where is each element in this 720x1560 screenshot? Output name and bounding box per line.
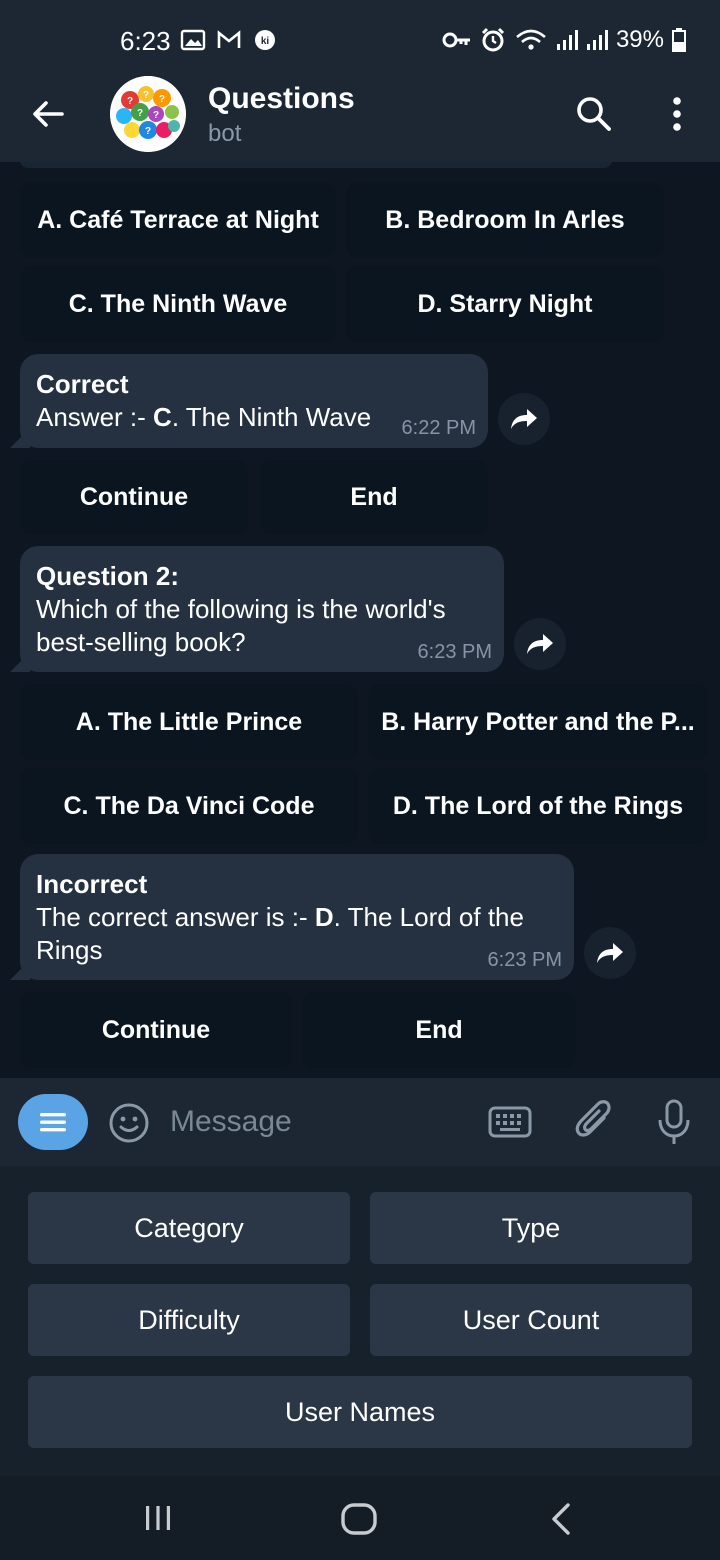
forward-arrow-icon (527, 634, 553, 654)
result-message-bubble: Incorrect The correct answer is :- D. Th… (10, 854, 574, 980)
q1-option-b-button[interactable]: B. Bedroom In Arles (346, 182, 664, 258)
q1-option-a-button[interactable]: A. Café Terrace at Night (20, 182, 336, 258)
keyboard-icon[interactable] (488, 1104, 532, 1140)
result-status: Incorrect (36, 869, 148, 899)
forward-button[interactable] (584, 927, 636, 979)
attach-icon[interactable] (574, 1100, 614, 1144)
menu-icon (40, 1113, 66, 1132)
svg-text:?: ? (137, 108, 143, 119)
message-time: 6:23 PM (417, 641, 492, 663)
result-answer-line-2: Rings (36, 935, 103, 965)
status-bar: 6:23 ki 39% (0, 0, 720, 66)
q2-option-d-button[interactable]: D. The Lord of the Rings (368, 768, 708, 844)
message-input[interactable] (170, 1100, 470, 1144)
bot-reply-keyboard: Category Type Difficulty User Count User… (0, 1166, 720, 1476)
status-system-icons: 39% (442, 26, 686, 54)
q2-option-c-button[interactable]: C. The Da Vinci Code (20, 768, 358, 844)
result-status: Correct (36, 369, 129, 399)
question-message-bubble: Question 2: Which of the following is th… (10, 546, 504, 672)
continue-button[interactable]: Continue (20, 992, 292, 1068)
battery-icon (672, 28, 686, 52)
end-button[interactable]: End (260, 460, 488, 534)
user-names-button[interactable]: User Names (28, 1376, 692, 1448)
bot-avatar[interactable]: ??? ??? (110, 76, 186, 152)
message-time: 6:23 PM (487, 949, 562, 971)
question-heading: Question 2: (36, 561, 180, 591)
question-marks-avatar-icon: ??? ??? (110, 76, 186, 152)
signal-icon-2 (586, 30, 608, 50)
message-input-bar (0, 1078, 720, 1166)
q2-option-b-button[interactable]: B. Harry Potter and the P... (368, 684, 708, 760)
category-button[interactable]: Category (28, 1192, 350, 1264)
chat-header: ??? ??? Questions bot (0, 66, 720, 162)
svg-text:?: ? (153, 110, 159, 121)
home-icon[interactable] (340, 1502, 378, 1536)
app-notification-icon: ki (255, 30, 275, 50)
chat-title[interactable]: Questions (208, 82, 355, 116)
result-answer: The correct answer is :- D. The Lord of … (36, 902, 524, 932)
difficulty-button[interactable]: Difficulty (28, 1284, 350, 1356)
forward-button[interactable] (498, 393, 550, 445)
search-icon[interactable] (574, 94, 614, 134)
svg-text:?: ? (143, 90, 149, 101)
question-text-line-1: Which of the following is the world's (36, 594, 446, 624)
signal-icon (556, 30, 578, 50)
forward-arrow-icon (597, 943, 623, 963)
end-button[interactable]: End (302, 992, 576, 1068)
svg-text:ki: ki (261, 36, 270, 47)
vpn-key-icon (442, 32, 470, 48)
q2-option-a-button[interactable]: A. The Little Prince (20, 684, 358, 760)
chat-messages[interactable]: A. Café Terrace at Night B. Bedroom In A… (0, 162, 720, 1078)
battery-percent: 39% (615, 26, 664, 53)
q1-option-d-button[interactable]: D. Starry Night (346, 266, 664, 342)
wifi-icon (516, 29, 546, 50)
back-nav-icon[interactable] (548, 1502, 574, 1536)
q1-option-c-button[interactable]: C. The Ninth Wave (20, 266, 336, 342)
more-options-icon[interactable] (662, 94, 692, 134)
back-arrow-icon[interactable] (28, 94, 68, 134)
previous-message-bubble (20, 162, 612, 168)
svg-text:?: ? (159, 94, 165, 105)
svg-text:?: ? (145, 126, 151, 137)
forward-button[interactable] (514, 618, 566, 670)
gmail-icon (217, 30, 241, 48)
svg-text:?: ? (127, 96, 133, 107)
recent-apps-icon[interactable] (142, 1502, 174, 1534)
system-navigation-bar (0, 1476, 720, 1560)
chat-subtitle: bot (208, 120, 242, 147)
continue-button[interactable]: Continue (20, 460, 248, 534)
microphone-icon[interactable] (656, 1098, 692, 1146)
status-notification-icons: ki (180, 28, 278, 52)
emoji-icon[interactable] (108, 1102, 150, 1144)
message-time: 6:22 PM (401, 417, 476, 439)
user-count-button[interactable]: User Count (370, 1284, 692, 1356)
gallery-icon (180, 29, 206, 51)
alarm-icon (481, 27, 505, 52)
type-button[interactable]: Type (370, 1192, 692, 1264)
forward-arrow-icon (511, 409, 537, 429)
bot-menu-button[interactable] (18, 1094, 88, 1150)
status-time: 6:23 (120, 26, 171, 56)
result-message-bubble: Correct Answer :- C. The Ninth Wave 6:22… (10, 354, 488, 448)
